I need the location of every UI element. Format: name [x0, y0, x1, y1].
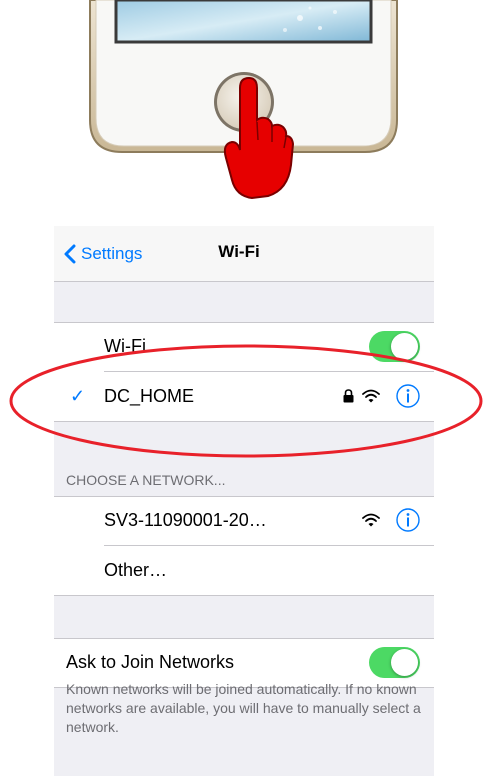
choose-network-header: CHOOSE A NETWORK...	[66, 472, 226, 488]
phone-home-button-illustration	[89, 0, 398, 200]
wifi-icon	[362, 389, 380, 403]
connected-network-row[interactable]: ✓ DC_HOME	[54, 372, 434, 422]
page-title: Wi-Fi	[218, 242, 260, 261]
ask-to-join-footer: Known networks will be joined automatica…	[66, 681, 421, 735]
navigation-bar: Settings Wi-Fi	[54, 226, 434, 282]
wifi-toggle-label: Wi-Fi	[104, 336, 146, 356]
other-network-row[interactable]: Other…	[54, 546, 434, 596]
checkmark-icon: ✓	[70, 386, 86, 406]
toggle-knob	[391, 649, 418, 676]
info-icon[interactable]	[396, 384, 420, 408]
info-icon[interactable]	[396, 508, 420, 532]
lock-icon	[343, 389, 354, 403]
other-network-label: Other…	[104, 560, 168, 580]
ask-to-join-label: Ask to Join Networks	[66, 652, 235, 672]
wifi-toggle-row: Wi-Fi	[54, 322, 434, 372]
network-name: SV3-11090001-20…	[104, 510, 267, 530]
ask-to-join-toggle[interactable]	[369, 647, 420, 678]
toggle-knob	[391, 333, 418, 360]
wifi-settings-screen: Settings Wi-Fi Wi-Fi ✓ DC_HOME CHOOSE A …	[54, 226, 434, 776]
wifi-toggle-switch[interactable]	[369, 331, 420, 362]
wifi-icon	[362, 513, 380, 527]
connected-network-name: DC_HOME	[104, 386, 195, 406]
phone-illustration	[0, 0, 486, 200]
network-row[interactable]: SV3-11090001-20…	[54, 496, 434, 546]
